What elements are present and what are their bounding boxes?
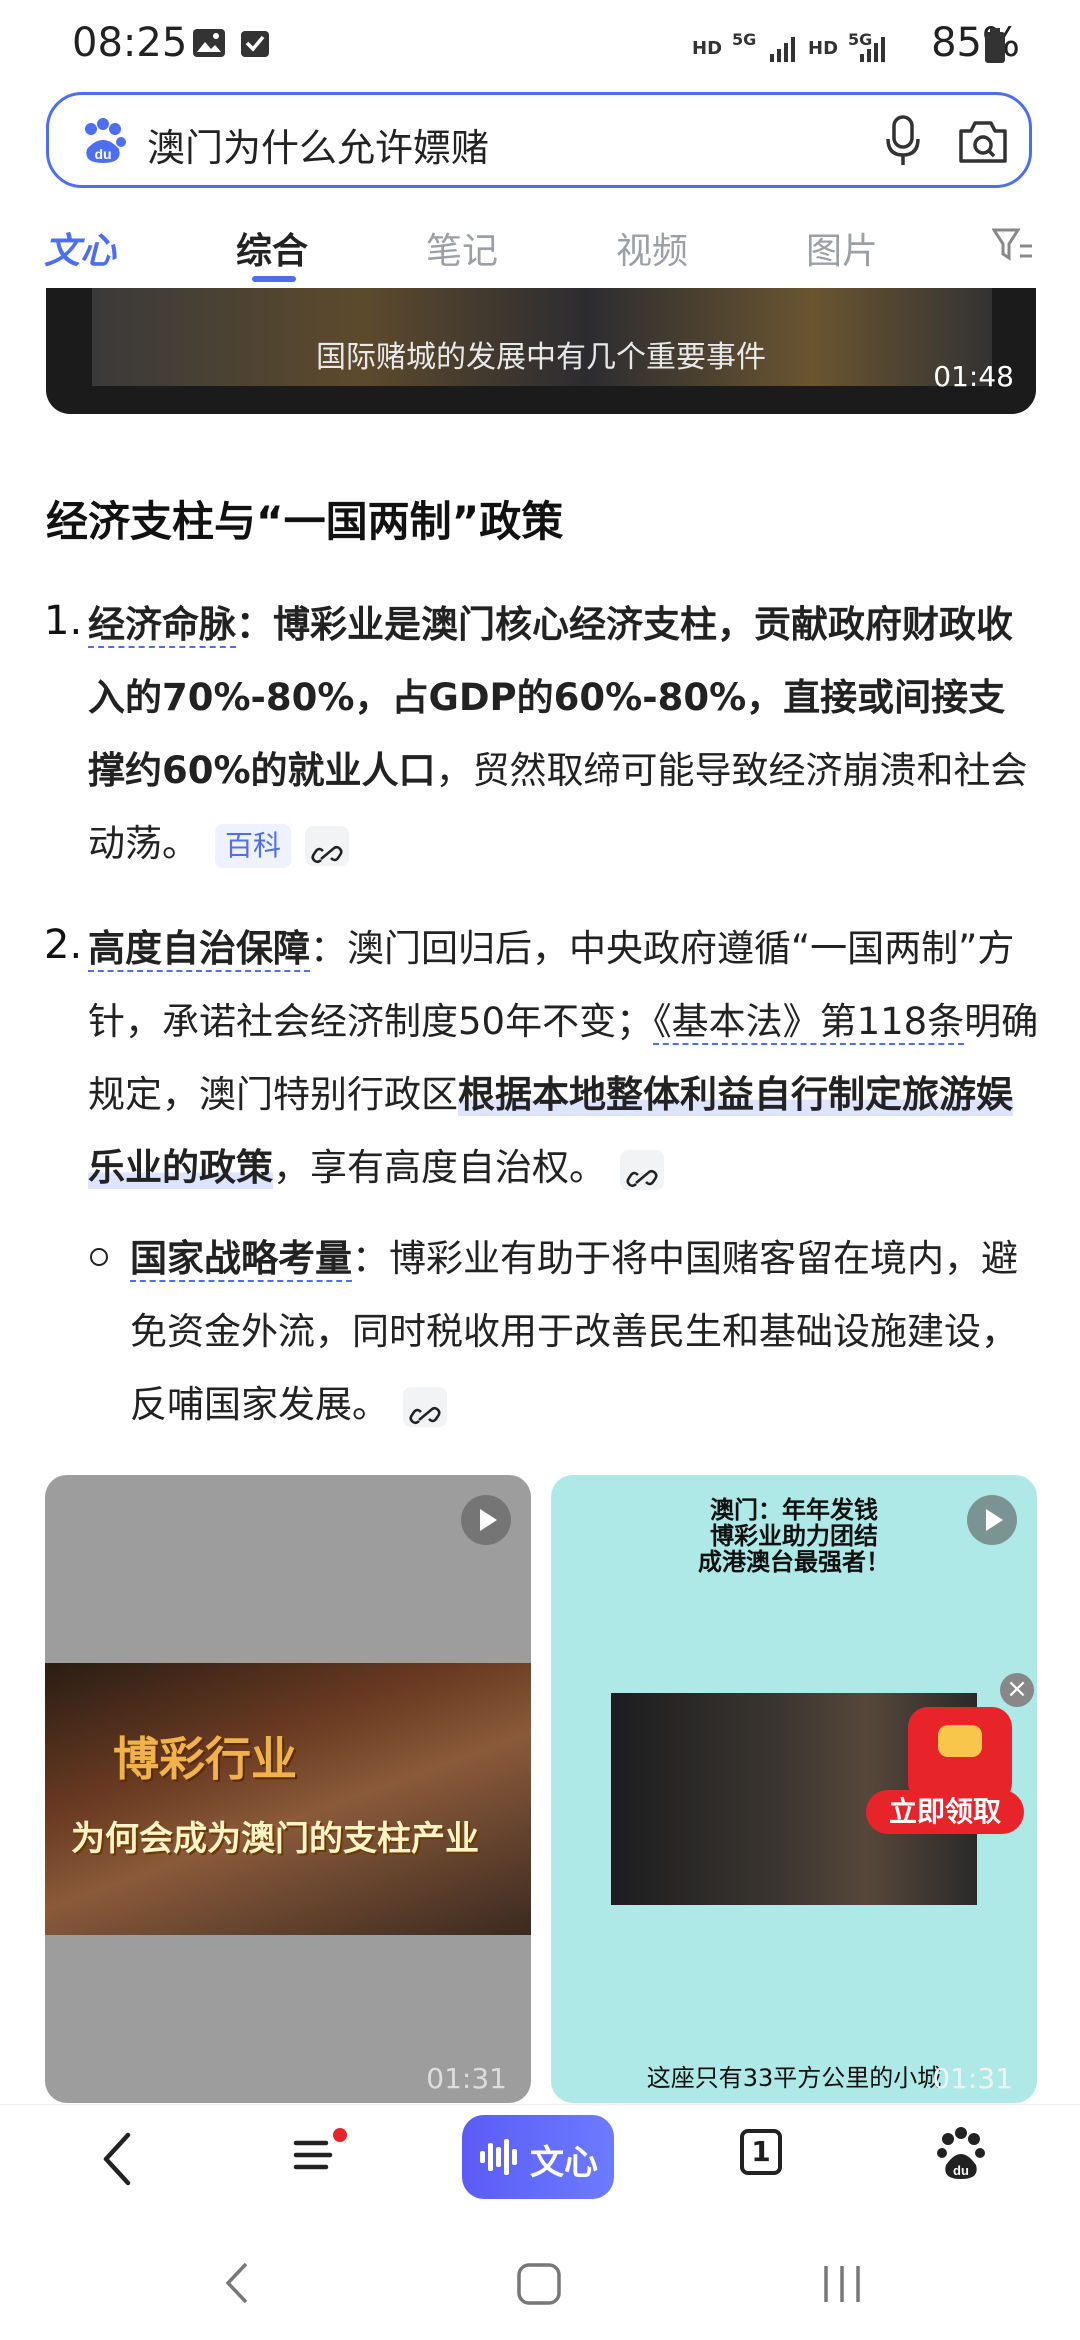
item2-title[interactable]: 高度自治保障 (88, 927, 310, 972)
play-icon[interactable] (967, 1495, 1017, 1545)
link-icon[interactable] (403, 1386, 447, 1427)
red-packet-icon[interactable] (908, 1707, 1012, 1803)
top-video-card[interactable]: 国际赌城的发展中有几个重要事件 01:48 (46, 288, 1036, 414)
svg-text:du: du (94, 146, 111, 162)
left-video-thumbnail: 博彩行业 为何会成为澳门的支柱产业 (45, 1663, 531, 1935)
tab-count-button[interactable]: 1 (740, 2129, 782, 2175)
status-bar: 08:25 HD 5G HD 5G 85% (0, 0, 1080, 90)
tab-images[interactable]: 图片 (806, 222, 878, 274)
tab-notes[interactable]: 笔记 (426, 222, 498, 274)
signal-strength-2-icon (860, 37, 885, 62)
signal-strength-icon (770, 37, 795, 62)
5g-label-1: 5G (732, 30, 757, 49)
right-video-duration: 01:31 (932, 2062, 1013, 2095)
right-video-top-caption: 澳门：年年发钱 博彩业助力团结 成港澳台最强者！ (698, 1496, 890, 1576)
gallery-notification-icon (193, 29, 225, 57)
baike-chip[interactable]: 百科 (215, 823, 292, 868)
list-item-2: 高度自治保障：澳门回归后，中央政府遵循“一国两制”方针，承诺社会经济制度50年不… (88, 912, 1040, 1204)
list-number-1: 1. (44, 598, 83, 644)
menu-icon[interactable] (290, 2125, 354, 2185)
left-thumb-title: 博彩行业 (113, 1732, 297, 1786)
search-input[interactable]: 澳门为什么允许嫖赌 (147, 117, 489, 172)
left-thumb-subtitle: 为何会成为澳门的支柱产业 (71, 1819, 479, 1859)
status-time: 08:25 (72, 20, 188, 66)
promo-close-button[interactable]: × (1000, 1673, 1034, 1707)
bottom-nav: 文心 1 du (0, 2104, 1080, 2215)
battery-percent: 85% (931, 20, 1020, 66)
bullet-icon (90, 1248, 108, 1266)
baidu-home-icon[interactable]: du (936, 2125, 986, 2181)
system-home-icon[interactable] (516, 2262, 562, 2306)
play-icon[interactable] (461, 1495, 511, 1545)
filter-icon[interactable] (992, 226, 1036, 266)
tab-wenxin[interactable]: 文心 (44, 222, 116, 274)
basic-law-reference[interactable]: 《基本法》第118条 (653, 1000, 965, 1045)
video-card-left[interactable]: 博彩行业 为何会成为澳门的支柱产业 01:31 (45, 1475, 531, 2103)
top-video-duration: 01:48 (933, 360, 1014, 393)
camera-search-icon[interactable] (957, 117, 1009, 165)
item1-title[interactable]: 经济命脉 (88, 603, 236, 648)
item1-colon: ： (236, 603, 273, 646)
claim-now-button[interactable]: 立即领取 (866, 1790, 1024, 1834)
baidu-paw-icon: du (85, 118, 126, 163)
search-bar[interactable]: du 澳门为什么允许嫖赌 (46, 92, 1032, 188)
microphone-icon[interactable] (885, 115, 921, 167)
list-number-2: 2. (44, 922, 83, 968)
top-video-caption: 国际赌城的发展中有几个重要事件 (316, 340, 766, 375)
search-tabs: 文心 综合 笔记 视频 图片 (0, 208, 1080, 290)
checkbox-notification-icon (241, 31, 269, 57)
battery-icon (985, 28, 1005, 63)
tab-all[interactable]: 综合 (236, 222, 308, 274)
system-nav-bar (0, 2214, 1080, 2340)
svg-text:du: du (953, 2163, 969, 2178)
system-back-icon[interactable] (222, 2260, 252, 2306)
wenxin-label: 文心 (530, 2143, 598, 2183)
back-arrow-icon[interactable] (98, 2129, 138, 2189)
link-icon[interactable] (620, 1149, 664, 1190)
left-video-duration: 01:31 (426, 2062, 507, 2095)
link-icon[interactable] (305, 825, 350, 866)
hd-label-1: HD (692, 38, 723, 59)
list-item-1: 经济命脉：博彩业是澳门核心经济支柱，贡献政府财政收入的70%-80%，占GDP的… (88, 588, 1040, 880)
sub-item-title[interactable]: 国家战略考量 (130, 1237, 352, 1282)
sub-list-item: 国家战略考量：博彩业有助于将中国赌客留在境内，避免资金外流，同时税收用于改善民生… (130, 1222, 1030, 1441)
hd-label-2: HD (808, 38, 839, 59)
tab-videos[interactable]: 视频 (616, 222, 688, 274)
system-recents-icon[interactable] (820, 2262, 864, 2306)
sound-wave-icon (480, 2139, 517, 2175)
wenxin-button[interactable]: 文心 (462, 2115, 614, 2199)
active-tab-indicator (252, 276, 296, 282)
item2-text-c: ，享有高度自治权。 (273, 1146, 606, 1189)
section-heading: 经济支柱与“一国两制”政策 (46, 497, 564, 546)
